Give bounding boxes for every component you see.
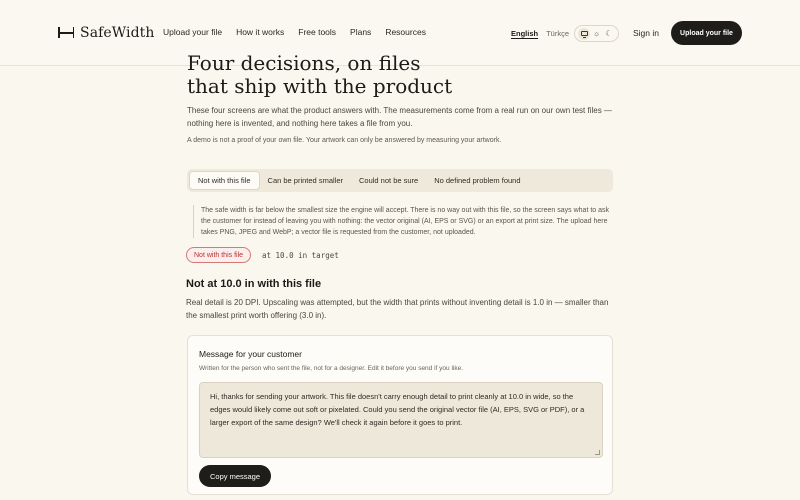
sign-in-link[interactable]: Sign in [633, 28, 659, 38]
demo-note: A demo is not a proof of your own file. … [187, 137, 502, 144]
nav-upload-your-file[interactable]: Upload your file [163, 27, 222, 37]
tab-not-with-this-file[interactable]: Not with this file [189, 171, 260, 190]
lang-turkish[interactable]: Türkçe [546, 29, 569, 38]
customer-message-card: Message for your customer Written for th… [187, 335, 613, 495]
page-title-line-2: that ship with the product [187, 74, 453, 98]
sun-icon[interactable]: ☼ [590, 28, 602, 40]
width-logo-icon [58, 26, 74, 40]
brand-logo[interactable]: SafeWidth [58, 25, 155, 41]
nav-plans[interactable]: Plans [350, 27, 371, 37]
card-subtitle: Written for the person who sent the file… [199, 365, 463, 372]
monitor-icon[interactable] [578, 27, 591, 40]
result-explanation: Real detail is 20 DPI. Upscaling was att… [186, 298, 609, 320]
moon-icon[interactable]: ☾ [603, 28, 615, 40]
tab-can-be-printed-smaller[interactable]: Can be printed smaller [260, 171, 351, 190]
resize-handle-icon[interactable] [595, 450, 600, 455]
card-title: Message for your customer [199, 349, 302, 359]
main-nav: Upload your file How it works Free tools… [163, 27, 426, 37]
page-title: Four decisions, on files that ship with … [187, 52, 607, 98]
upload-file-button[interactable]: Upload your file [671, 21, 742, 45]
message-textarea[interactable]: Hi, thanks for sending your artwork. Thi… [199, 382, 603, 458]
intro-text: These four screens are what the product … [187, 106, 612, 128]
nav-free-tools[interactable]: Free tools [298, 27, 336, 37]
result-heading: Not at 10.0 in with this file [186, 278, 322, 290]
copy-message-button[interactable]: Copy message [199, 465, 271, 487]
scenario-description: The safe width is far below the smallest… [193, 205, 613, 238]
message-text: Hi, thanks for sending your artwork. Thi… [210, 392, 585, 427]
tab-no-defined-problem[interactable]: No defined problem found [426, 171, 528, 190]
lang-english[interactable]: English [511, 29, 538, 38]
language-switcher: English Türkçe [511, 29, 569, 38]
brand-name: SafeWidth [80, 25, 155, 41]
status-badge: Not with this file [186, 247, 252, 263]
theme-toggle: ☼ ☾ [574, 25, 619, 42]
nav-how-it-works[interactable]: How it works [236, 27, 284, 37]
tab-could-not-be-sure[interactable]: Could not be sure [351, 171, 426, 190]
page-title-line-1: Four decisions, on files [187, 51, 421, 75]
decision-tabs: Not with this file Can be printed smalle… [187, 169, 613, 192]
target-size: at 10.0 in target [262, 251, 339, 260]
nav-resources[interactable]: Resources [385, 27, 426, 37]
